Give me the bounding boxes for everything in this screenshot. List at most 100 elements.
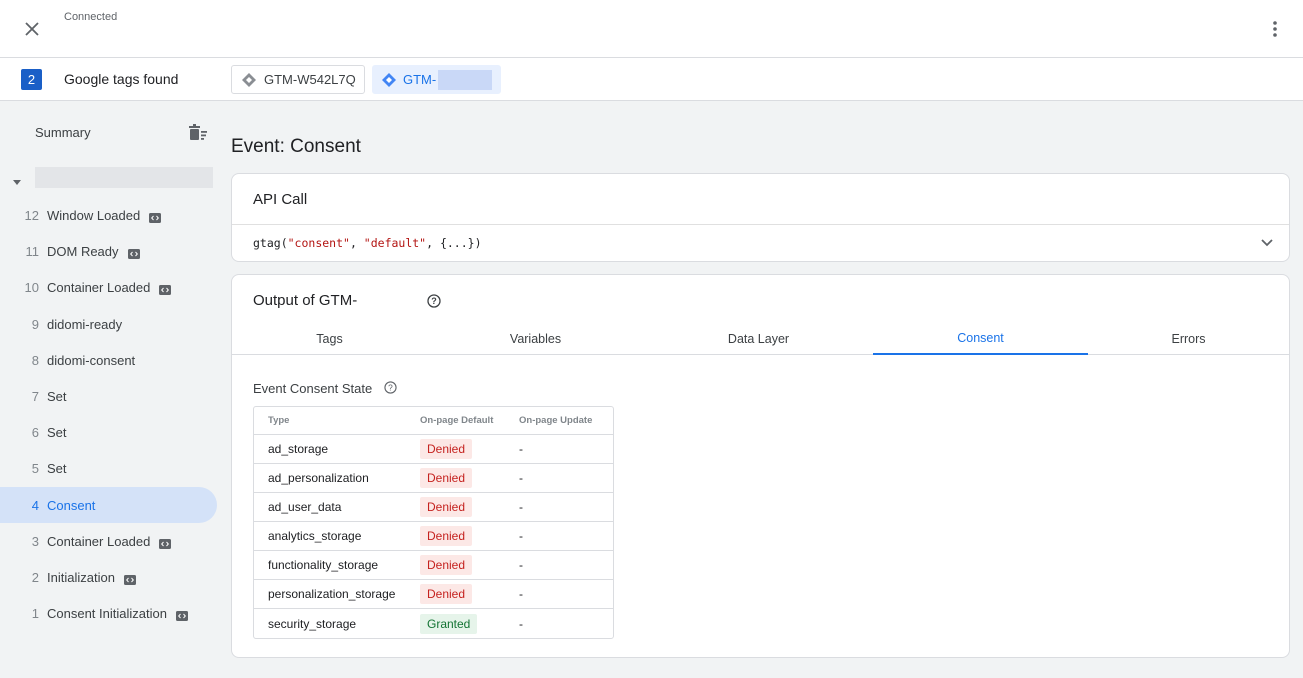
tab-consent[interactable]: Consent <box>873 323 1088 355</box>
update-cell: - <box>519 616 523 631</box>
table-row: ad_user_data Denied - <box>254 493 613 522</box>
default-cell: Denied <box>420 493 473 521</box>
event-label: Container Loaded <box>47 279 151 295</box>
output-title: Output of GTM- <box>253 292 358 309</box>
event-label: Window Loaded <box>47 207 141 223</box>
chevron-down-icon <box>1261 239 1273 247</box>
consent-type: personalization_storage <box>268 587 396 601</box>
event-number: 4 <box>31 497 39 513</box>
default-cell: Granted <box>420 609 478 638</box>
consent-type: ad_storage <box>268 442 329 456</box>
svg-text:?: ? <box>388 382 393 392</box>
event-label: Consent Initialization <box>47 605 167 621</box>
more-options-button[interactable] <box>1261 15 1289 43</box>
sidebar-event-item[interactable]: 12 Window Loaded <box>0 197 217 233</box>
event-label: Set <box>47 460 67 476</box>
consent-type: analytics_storage <box>268 529 362 543</box>
code-icon <box>127 246 140 259</box>
table-row: security_storage Granted - <box>254 609 613 638</box>
page-title: Event: Consent <box>231 136 361 157</box>
event-label: Container Loaded <box>47 533 151 549</box>
consent-state-table: Type On-page Default On-page Update ad_s… <box>253 406 614 639</box>
api-call-card: API Call gtag("consent", "default", {...… <box>231 173 1290 262</box>
column-header-update: On-page Update <box>519 415 593 426</box>
page-url-redacted[interactable] <box>35 167 213 188</box>
table-row: ad_personalization Denied - <box>254 464 613 493</box>
code-icon <box>149 210 162 223</box>
status-badge: Denied <box>420 497 473 517</box>
close-button[interactable] <box>18 15 46 43</box>
sidebar-event-item[interactable]: 3 Container Loaded <box>0 523 217 559</box>
clear-messages-button[interactable] <box>188 124 208 144</box>
event-number: 6 <box>31 424 39 440</box>
code-icon <box>123 572 136 585</box>
event-number: 2 <box>31 569 39 585</box>
update-cell: - <box>519 529 523 543</box>
event-label: DOM Ready <box>47 243 119 259</box>
sidebar-event-item[interactable]: 6 Set <box>0 414 217 450</box>
svg-text:?: ? <box>431 296 437 306</box>
tab-data-layer[interactable]: Data Layer <box>650 323 867 355</box>
code-icon <box>159 282 172 295</box>
divider <box>232 224 1289 225</box>
api-call-code: gtag("consent", "default", {...}) <box>253 236 482 250</box>
output-tabs: Tags Variables Data Layer Consent Errors <box>232 323 1289 355</box>
status-badge: Denied <box>420 526 473 546</box>
tab-tags[interactable]: Tags <box>232 323 427 355</box>
code-icon <box>159 536 172 549</box>
default-cell: Denied <box>420 580 473 608</box>
table-row: personalization_storage Denied - <box>254 580 613 609</box>
sidebar-event-item[interactable]: 4 Consent <box>0 487 217 523</box>
sidebar-event-item[interactable]: 5 Set <box>0 450 217 486</box>
help-icon[interactable]: ? <box>384 381 397 394</box>
container-chip-1[interactable]: GTM-W542L7Q <box>231 65 365 94</box>
table-row: analytics_storage Denied - <box>254 522 613 551</box>
sidebar-event-item[interactable]: 8 didomi-consent <box>0 342 217 378</box>
event-number: 3 <box>31 533 39 549</box>
caret-down-icon <box>13 180 21 185</box>
consent-type: ad_personalization <box>268 471 369 485</box>
table-row: ad_storage Denied - <box>254 435 613 464</box>
sidebar-event-item[interactable]: 2 Initialization <box>0 559 217 595</box>
event-number: 1 <box>31 605 39 621</box>
redacted-block <box>438 69 492 90</box>
consent-type: security_storage <box>268 616 357 631</box>
event-number: 5 <box>31 460 39 476</box>
default-cell: Denied <box>420 551 473 579</box>
event-number: 7 <box>31 388 39 404</box>
update-cell: - <box>519 587 523 601</box>
help-icon[interactable]: ? <box>427 294 441 308</box>
page-expand-toggle[interactable] <box>11 174 23 185</box>
gtm-diamond-icon <box>381 71 397 89</box>
tab-errors[interactable]: Errors <box>1088 323 1289 355</box>
sidebar-event-item[interactable]: 10 Container Loaded <box>0 269 217 305</box>
clear-all-icon <box>189 124 207 140</box>
top-bar: Connected <box>0 0 1303 58</box>
api-call-title: API Call <box>253 191 308 208</box>
summary-label[interactable]: Summary <box>35 125 91 140</box>
sidebar-event-item[interactable]: 11 DOM Ready <box>0 233 217 269</box>
event-label: didomi-consent <box>47 352 136 368</box>
connection-status: Connected <box>64 11 118 23</box>
consent-type: functionality_storage <box>268 558 379 572</box>
event-label: Set <box>47 388 67 404</box>
status-badge: Denied <box>420 584 473 604</box>
tab-variables[interactable]: Variables <box>427 323 644 355</box>
sidebar-event-item[interactable]: 7 Set <box>0 378 217 414</box>
expand-api-call-button[interactable] <box>1259 234 1275 250</box>
event-label: Set <box>47 424 67 440</box>
table-row: functionality_storage Denied - <box>254 551 613 580</box>
event-number: 10 <box>24 279 39 295</box>
container-chip-2[interactable]: GTM- <box>372 65 501 94</box>
update-cell: - <box>519 442 523 456</box>
tags-row: 2 Google tags found GTM-W542L7Q GTM- <box>0 58 1303 101</box>
consent-state-title: Event Consent State <box>253 381 373 396</box>
container-id: GTM-W542L7Q <box>264 72 356 87</box>
sidebar-event-item[interactable]: 1 Consent Initialization <box>0 595 217 631</box>
sidebar-event-item[interactable]: 9 didomi-ready <box>0 306 217 342</box>
column-header-type: Type <box>268 415 290 426</box>
default-cell: Denied <box>420 464 473 492</box>
event-number: 11 <box>25 243 40 259</box>
event-number: 12 <box>24 207 39 223</box>
code-icon <box>175 608 188 621</box>
